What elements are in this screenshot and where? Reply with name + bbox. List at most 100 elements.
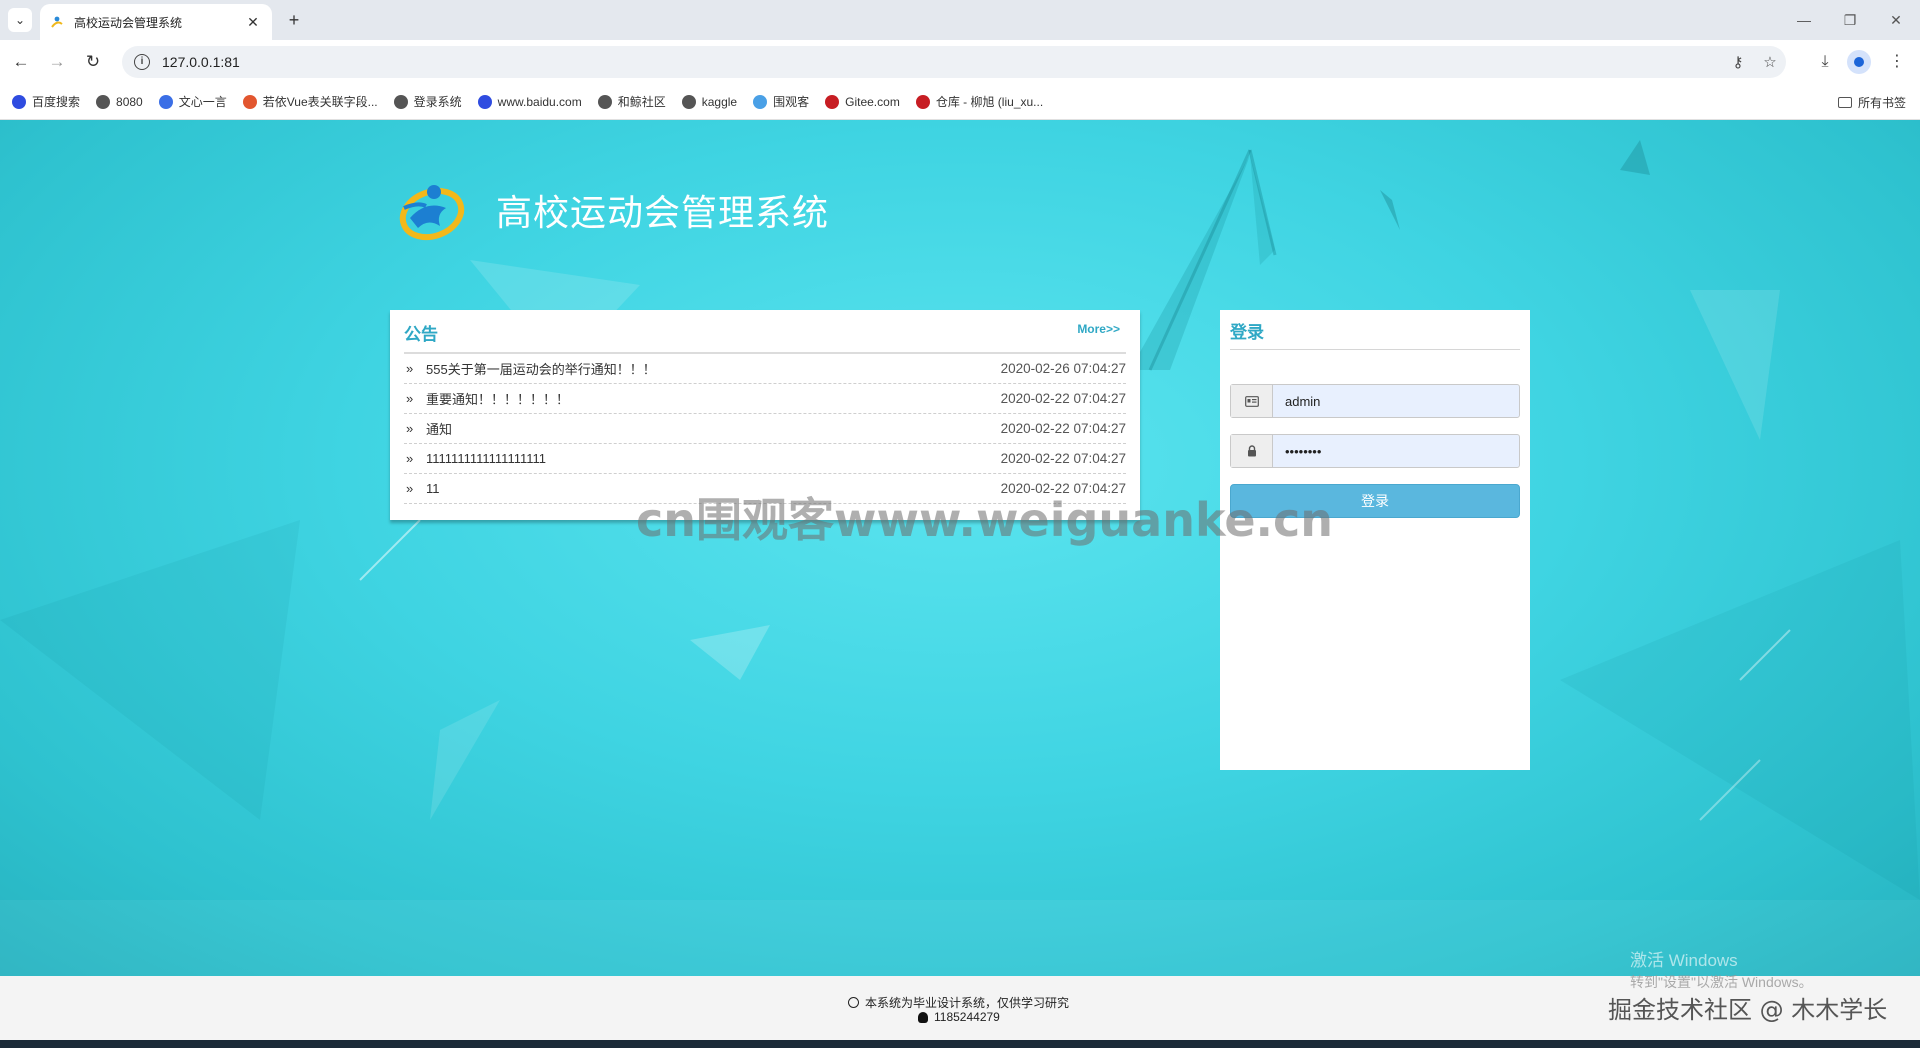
double-chevron-icon: » [406, 481, 414, 496]
windows-activation-notice: 激活 Windows [1630, 951, 1738, 970]
bookmark-item[interactable]: 和鲸社区 [597, 93, 666, 110]
globe-icon [96, 94, 111, 109]
ruoyi-icon [242, 94, 257, 109]
bookmark-label: kaggle [701, 94, 738, 109]
forward-arrow-icon[interactable]: → [44, 50, 70, 74]
site-info-icon[interactable]: i [134, 54, 150, 70]
notice-row-title[interactable]: 555关于第一届运动会的举行通知！！！ [426, 359, 1001, 378]
notice-row-date: 2020-02-22 07:04:27 [1000, 451, 1126, 466]
tab-strip: ⌄ 高校运动会管理系统 ✕ + — ❐ ✕ [0, 0, 1920, 40]
notice-row-date: 2020-02-26 07:04:27 [1000, 361, 1126, 376]
gitee-icon [915, 94, 930, 109]
notice-row[interactable]: » 555关于第一届运动会的举行通知！！！ 2020-02-26 07:04:2… [404, 354, 1126, 384]
footer-qq-number: 1185244279 [934, 1010, 1000, 1024]
bookmark-label: www.baidu.com [497, 94, 582, 109]
folder-icon [1837, 97, 1852, 108]
download-icon[interactable]: ⤓ [1810, 50, 1840, 74]
login-title: 登录 [1230, 318, 1520, 350]
tab-title: 高校运动会管理系统 [74, 15, 183, 30]
window-close-icon[interactable]: ✕ [1876, 6, 1916, 34]
bookmark-label: 若依Vue表关联字段... [262, 95, 378, 109]
password-field [1230, 434, 1520, 468]
globe-icon [681, 94, 696, 109]
page-background: 高校运动会管理系统 公告 More>> » 555关于第一届运动会的举行通知！！… [0, 120, 1920, 976]
username-input[interactable] [1273, 385, 1519, 417]
weiguanke-icon [753, 94, 768, 109]
notice-more-link[interactable]: More>> [1077, 322, 1126, 352]
bookmark-item[interactable]: 仓库 - 柳旭 (liu_xu... [915, 93, 1044, 110]
url-text[interactable]: 127.0.0.1:81 [162, 54, 1722, 70]
more-menu-icon[interactable]: ⋮ [1882, 50, 1912, 74]
notice-row[interactable]: » 1111111111111111111 2020-02-22 07:04:2… [404, 444, 1126, 474]
notice-row-title[interactable]: 1111111111111111111 [426, 451, 1001, 466]
profile-avatar-icon[interactable] [1847, 50, 1871, 74]
baidu-icon [477, 94, 492, 109]
notice-header: 公告 More>> [404, 320, 1126, 354]
site-watermark: cn围观客www.weiguanke.cn [636, 493, 1334, 547]
footer-disclaimer: 本系统为毕业设计系统，仅供学习研究 [848, 994, 1069, 1011]
baidu-icon [12, 94, 26, 109]
notice-row[interactable]: » 通知 2020-02-22 07:04:27 [404, 414, 1126, 444]
site-logo [396, 178, 466, 242]
bookmark-item[interactable]: Gitee.com [825, 94, 900, 109]
bookmark-item[interactable]: 登录系统 [393, 93, 462, 110]
password-key-icon[interactable]: ⚷ [1722, 53, 1754, 71]
bookmarks-bar: 百度搜索 8080 文心一言 若依Vue表关联字段... 登录系统 www.baidu.c… [0, 84, 1920, 120]
bookmark-label: 百度搜索 [32, 95, 81, 109]
bookmark-label: Gitee.com [845, 94, 900, 109]
id-card-icon [1231, 385, 1273, 417]
back-arrow-icon[interactable]: ← [8, 50, 34, 74]
lock-icon [1231, 435, 1273, 467]
bookmark-star-icon[interactable]: ☆ [1754, 53, 1786, 71]
browser-toolbar: ← → ↻ i 127.0.0.1:81 ⚷ ☆ ⤓ ⋮ [0, 40, 1920, 84]
footer-disclaimer-text: 本系统为毕业设计系统，仅供学习研究 [865, 996, 1070, 1010]
bookmark-item[interactable]: kaggle [681, 94, 738, 109]
bookmark-item[interactable]: 围观客 [753, 93, 809, 110]
notice-title: 公告 [404, 325, 438, 344]
bookmark-item[interactable]: 8080 [96, 94, 143, 109]
gitee-icon [825, 94, 840, 109]
double-chevron-icon: » [406, 451, 414, 466]
bookmark-label: 8080 [116, 94, 143, 109]
notice-row[interactable]: » 重要通知！！！！！！！ 2020-02-22 07:04:27 [404, 384, 1126, 414]
site-favicon-icon [50, 15, 64, 29]
bookmark-label: 和鲸社区 [617, 95, 666, 109]
bookmark-label: 文心一言 [178, 95, 227, 109]
circle-icon [848, 997, 859, 1008]
close-tab-icon[interactable]: ✕ [244, 14, 262, 31]
bookmark-label: 登录系统 [413, 95, 462, 109]
bookmark-item[interactable]: 若依Vue表关联字段... [242, 93, 378, 110]
reload-icon[interactable]: ↻ [80, 50, 106, 74]
bookmark-item[interactable]: 百度搜索 [12, 93, 80, 110]
new-tab-icon[interactable]: + [282, 8, 306, 32]
restore-icon[interactable]: ❐ [1830, 6, 1870, 34]
all-bookmarks-label: 所有书签 [1857, 96, 1906, 110]
notice-row-date: 2020-02-22 07:04:27 [1000, 421, 1126, 436]
bookmark-label: 围观客 [773, 95, 810, 109]
password-input[interactable] [1273, 435, 1519, 467]
footer-qq: 1185244279 [918, 1010, 1000, 1024]
notice-row-date: 2020-02-22 07:04:27 [1000, 391, 1126, 406]
juejin-watermark: 掘金技术社区 @ 木木学长 [1608, 996, 1888, 1024]
taskbar [0, 1040, 1920, 1048]
all-bookmarks[interactable]: 所有书签 [1837, 94, 1906, 111]
bookmark-item[interactable]: www.baidu.com [477, 94, 582, 109]
minimize-icon[interactable]: — [1784, 6, 1824, 34]
address-bar[interactable]: i 127.0.0.1:81 ⚷ ☆ [122, 46, 1786, 78]
notice-row-title[interactable]: 通知 [426, 419, 1001, 438]
active-tab[interactable]: 高校运动会管理系统 ✕ [40, 4, 272, 40]
double-chevron-icon: » [406, 391, 414, 406]
bookmark-label: 仓库 - 柳旭 (liu_xu... [935, 95, 1044, 109]
notice-row-title[interactable]: 重要通知！！！！！！！ [426, 389, 1001, 408]
qq-penguin-icon [918, 1011, 928, 1023]
windows-activation-subtext: 转到"设置"以激活 Windows。 [1630, 974, 1813, 990]
globe-icon [393, 94, 408, 109]
double-chevron-icon: » [406, 421, 414, 436]
globe-icon [597, 94, 612, 109]
wenxin-icon [158, 94, 173, 109]
username-field [1230, 384, 1520, 418]
bookmark-item[interactable]: 文心一言 [158, 93, 227, 110]
tab-search-chevron-icon[interactable]: ⌄ [8, 8, 32, 32]
site-title: 高校运动会管理系统 [496, 193, 830, 234]
double-chevron-icon: » [406, 361, 414, 376]
